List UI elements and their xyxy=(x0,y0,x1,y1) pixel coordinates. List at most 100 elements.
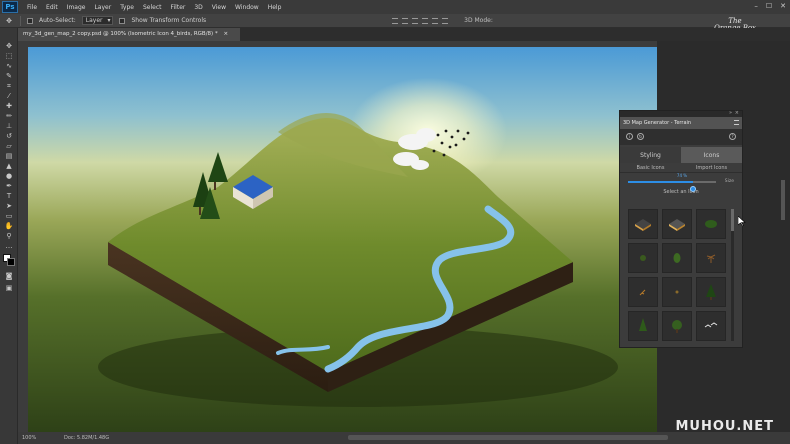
palm-icon xyxy=(706,254,716,263)
menu-image[interactable]: Image xyxy=(67,4,86,11)
menu-view[interactable]: View xyxy=(212,4,226,11)
watermark-text: MUHOU.NET xyxy=(675,419,774,434)
crop-tool[interactable]: ⌗ xyxy=(4,82,14,90)
stamp-tool[interactable]: ⊥ xyxy=(4,122,14,130)
workspace-scrollbar[interactable] xyxy=(781,180,785,220)
close-tab-icon[interactable]: × xyxy=(223,31,228,37)
menu-help[interactable]: Help xyxy=(268,4,282,11)
icon-house-b[interactable] xyxy=(662,209,692,239)
brush-tool[interactable]: ✏ xyxy=(4,112,14,120)
path-select-tool[interactable]: ➤ xyxy=(4,202,14,210)
panel-collapse-icon[interactable]: » xyxy=(729,110,732,116)
icon-pine-tree[interactable] xyxy=(696,277,726,307)
bush-icon xyxy=(705,220,717,228)
blur-tool[interactable]: ▲ xyxy=(4,162,14,170)
size-slider-row: 74 % Size xyxy=(620,173,742,192)
isometric-terrain-artwork xyxy=(98,112,618,407)
panel-close-icon[interactable]: × xyxy=(735,110,739,116)
horizontal-scrollbar[interactable] xyxy=(348,435,668,440)
icon-palm[interactable] xyxy=(696,243,726,273)
menu-filter[interactable]: Filter xyxy=(171,4,186,11)
panel-menu-icon[interactable] xyxy=(734,120,739,125)
menu-window[interactable]: Window xyxy=(235,4,259,11)
shrub-icon xyxy=(673,253,681,263)
size-label: Size xyxy=(724,179,734,184)
icon-birds[interactable] xyxy=(696,311,726,341)
panel-tabs: Styling Icons xyxy=(620,147,742,163)
healing-tool[interactable]: ✚ xyxy=(4,102,14,110)
icon-house-a[interactable] xyxy=(628,209,658,239)
window-controls: – ☐ ✕ xyxy=(754,2,786,10)
marquee-tool[interactable]: ⬚ xyxy=(4,52,14,60)
auto-select-checkbox[interactable] xyxy=(27,17,33,24)
subtab-basic-icons[interactable]: Basic Icons xyxy=(620,163,681,172)
3d-mode-label: 3D Mode: xyxy=(464,17,493,24)
document-size: Doc: 5.82M/1.48G xyxy=(64,435,110,441)
panel-scrollbar[interactable] xyxy=(731,209,734,341)
menu-select[interactable]: Select xyxy=(143,4,162,11)
more-tools[interactable]: … xyxy=(4,242,14,250)
close-icon[interactable]: ✕ xyxy=(780,2,786,10)
align-bottom-icon[interactable] xyxy=(412,17,419,24)
move-tool-icon: ✥ xyxy=(6,16,12,25)
canvas-gutter-left xyxy=(18,47,28,432)
menu-type[interactable]: Type xyxy=(120,4,134,11)
history-brush-tool[interactable]: ↺ xyxy=(4,132,14,140)
shape-tool[interactable]: ▭ xyxy=(4,212,14,220)
document-canvas[interactable] xyxy=(28,47,657,432)
tab-icons[interactable]: Icons xyxy=(681,147,742,163)
tab-styling[interactable]: Styling xyxy=(620,147,681,163)
icon-small-plant[interactable] xyxy=(628,243,658,273)
status-bar: 100% Doc: 5.82M/1.48G xyxy=(18,432,790,444)
align-top-icon[interactable] xyxy=(392,17,399,24)
eraser-tool[interactable]: ▱ xyxy=(4,142,14,150)
icon-round-tree[interactable] xyxy=(662,311,692,341)
zoom-tool[interactable]: ⚲ xyxy=(4,232,14,240)
eyedropper-tool[interactable]: ⁄ xyxy=(4,92,14,100)
menu-edit[interactable]: Edit xyxy=(46,4,58,11)
show-transform-checkbox[interactable] xyxy=(119,17,126,24)
menu-file[interactable]: File xyxy=(27,4,37,11)
menu-layer[interactable]: Layer xyxy=(94,4,111,11)
quick-mask-tool[interactable]: ◙ xyxy=(4,272,14,280)
quick-select-tool[interactable]: ✎ xyxy=(4,72,14,80)
zoom-level[interactable]: 100% xyxy=(18,435,54,441)
icon-sprig[interactable] xyxy=(662,277,692,307)
background-color-swatch[interactable] xyxy=(7,258,15,266)
menu-3d[interactable]: 3D xyxy=(194,4,202,11)
birds-icon xyxy=(704,322,718,328)
auto-select-dropdown[interactable]: Layer xyxy=(81,16,114,25)
align-left-icon[interactable] xyxy=(422,17,429,24)
minimize-icon[interactable]: – xyxy=(754,2,758,10)
size-slider[interactable] xyxy=(628,181,716,192)
pine-tree-icon xyxy=(706,284,716,300)
select-icon-label: Select an Icon xyxy=(663,189,699,195)
document-tab[interactable]: my_3d_gen_map_2 copy.psd @ 100% (Isometr… xyxy=(18,28,241,41)
3d-map-generator-panel: » × 3D Map Generator - Terrain i ↻ ? Sty… xyxy=(619,110,743,348)
panel-title: 3D Map Generator - Terrain xyxy=(623,120,692,126)
move-tool[interactable]: ✥ xyxy=(4,42,14,50)
subtab-import-icons[interactable]: Import Icons xyxy=(681,163,742,172)
info-icon[interactable]: i xyxy=(626,133,633,140)
icon-bush[interactable] xyxy=(696,209,726,239)
type-tool[interactable]: T xyxy=(4,192,14,200)
gradient-tool[interactable]: ▤ xyxy=(4,152,14,160)
panel-tool-row: i ↻ ? xyxy=(620,129,742,145)
hand-tool[interactable]: ✋ xyxy=(4,222,14,230)
help-icon[interactable]: ? xyxy=(729,133,736,140)
screen-mode-tool[interactable]: ▣ xyxy=(4,284,14,292)
align-center-icon[interactable] xyxy=(432,17,439,24)
refresh-icon[interactable]: ↻ xyxy=(637,133,644,140)
document-tab-title: my_3d_gen_map_2 copy.psd @ 100% (Isometr… xyxy=(23,31,218,37)
lasso-tool[interactable]: ∿ xyxy=(4,62,14,70)
icon-shrub[interactable] xyxy=(662,243,692,273)
panel-scrollbar-thumb[interactable] xyxy=(731,209,734,231)
maximize-icon[interactable]: ☐ xyxy=(766,2,772,10)
align-right-icon[interactable] xyxy=(442,17,449,24)
pen-tool[interactable]: ✒ xyxy=(4,182,14,190)
document-tab-bar: my_3d_gen_map_2 copy.psd @ 100% (Isometr… xyxy=(18,28,790,41)
dodge-tool[interactable]: ● xyxy=(4,172,14,180)
icon-tall-tree[interactable] xyxy=(628,311,658,341)
align-middle-icon[interactable] xyxy=(402,17,409,24)
icon-twig[interactable] xyxy=(628,277,658,307)
